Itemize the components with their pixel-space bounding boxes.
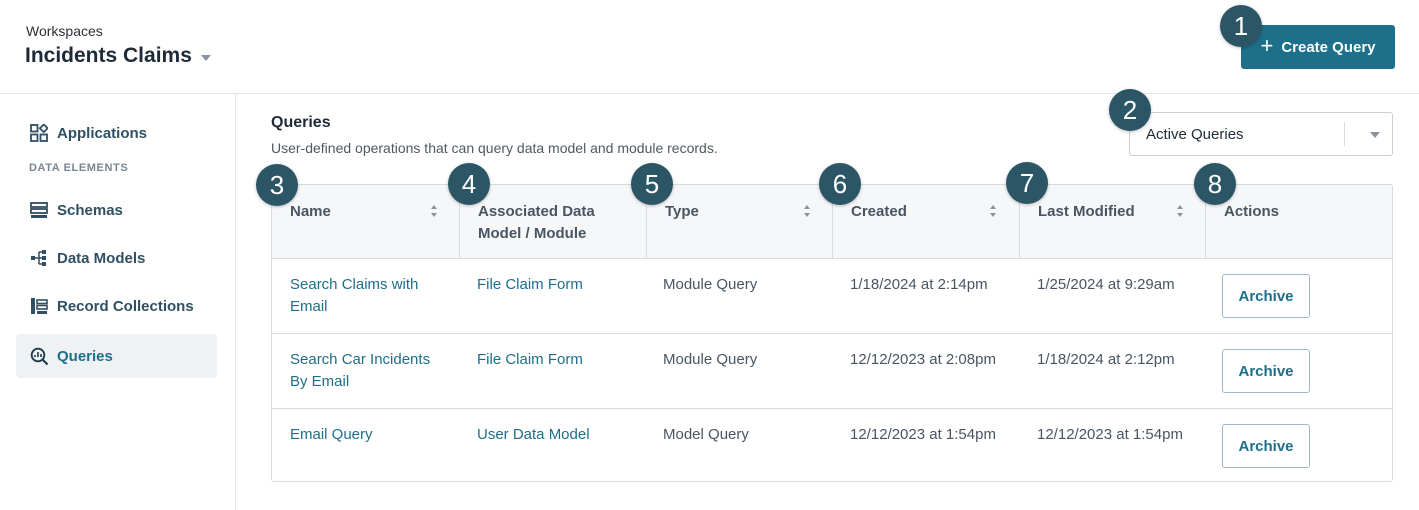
associated-link[interactable]: File Claim Form [477, 274, 583, 296]
sort-icon [990, 205, 996, 217]
associated-link[interactable]: File Claim Form [477, 349, 583, 371]
sidebar-item-applications[interactable]: Applications [16, 111, 217, 155]
column-label: Type [665, 203, 699, 220]
created-date: 12/12/2023 at 1:54pm [850, 426, 996, 443]
column-label: Created [851, 203, 907, 220]
sidebar-item-label: Record Collections [57, 297, 194, 315]
callout-badge-8: 8 [1194, 163, 1236, 205]
caret-down-icon [200, 54, 211, 61]
query-name-link[interactable]: Search Claims with Email [290, 274, 418, 318]
sidebar-item-data-models[interactable]: Data Models [16, 236, 217, 280]
column-header-associated: Associated Data Model / Module [460, 185, 647, 259]
sidebar-item-schemas[interactable]: Schemas [16, 188, 217, 232]
query-name-line2: Email [290, 298, 328, 315]
sort-icon [804, 205, 810, 217]
created-date: 12/12/2023 at 2:08pm [850, 351, 996, 368]
sidebar: Applications DATA ELEMENTS Schemas Data … [0, 94, 236, 510]
modified-date: 1/25/2024 at 9:29am [1037, 276, 1175, 293]
sidebar-item-record-collections[interactable]: Record Collections [16, 284, 217, 328]
query-type: Module Query [663, 351, 758, 368]
page-subtitle: User-defined operations that can query d… [271, 140, 718, 156]
query-name-line1: Search Claims with [290, 276, 419, 293]
workspace-name: Incidents Claims [25, 44, 192, 67]
query-name-line1: Email Query [290, 426, 373, 443]
sort-icon [1177, 205, 1183, 217]
query-name-link[interactable]: Email Query [290, 424, 373, 446]
table-row: Search Claims with Email File Claim Form… [272, 259, 1392, 334]
data-elements-heading: DATA ELEMENTS [29, 162, 129, 174]
callout-badge-1: 1 [1220, 5, 1262, 47]
query-name-line2: By Email [290, 373, 350, 390]
archive-button[interactable]: Archive [1222, 349, 1310, 393]
archive-button[interactable]: Archive [1222, 424, 1310, 468]
queries-table: Name Associated Data Model / Module Type… [271, 184, 1393, 482]
schemas-icon [29, 200, 49, 220]
column-header-type[interactable]: Type [647, 185, 833, 259]
sort-icon [431, 205, 437, 217]
column-header-last-modified[interactable]: Last Modified [1020, 185, 1206, 259]
query-type: Module Query [663, 276, 758, 293]
query-status-select[interactable]: Active Queries [1129, 112, 1393, 156]
create-query-label: Create Query [1281, 38, 1376, 56]
column-label-line2: Model / Module [478, 225, 587, 242]
callout-badge-7: 7 [1006, 162, 1048, 204]
plus-icon: + [1260, 33, 1274, 58]
sidebar-item-label: Schemas [57, 201, 123, 219]
table-row: Email Query User Data Model Model Query … [272, 409, 1392, 481]
queries-icon [29, 346, 49, 366]
table-row: Search Car Incidents By Email File Claim… [272, 334, 1392, 409]
sidebar-item-label: Queries [57, 347, 113, 365]
create-query-button[interactable]: + Create Query [1241, 25, 1395, 69]
callout-badge-4: 4 [448, 163, 490, 205]
column-label: Actions [1224, 203, 1280, 220]
associated-link[interactable]: User Data Model [477, 424, 590, 446]
sidebar-item-label: Applications [57, 124, 148, 142]
column-label-line1: Associated Data [478, 203, 595, 220]
query-name-line1: Search Car Incidents [290, 351, 431, 368]
column-label: Last Modified [1038, 203, 1135, 220]
page-title: Queries [271, 114, 331, 131]
select-divider [1344, 122, 1345, 146]
column-header-actions: Actions [1206, 185, 1392, 259]
workspaces-label: Workspaces [26, 23, 103, 39]
column-label: Name [290, 203, 331, 220]
sidebar-item-label: Data Models [57, 249, 146, 267]
top-bar: Workspaces Incidents Claims + Create Que… [0, 0, 1419, 94]
workspace-switcher[interactable]: Incidents Claims [25, 44, 211, 68]
applications-icon [29, 123, 49, 143]
data-models-icon [29, 248, 49, 268]
column-header-created[interactable]: Created [833, 185, 1020, 259]
callout-badge-2: 2 [1109, 89, 1151, 131]
created-date: 1/18/2024 at 2:14pm [850, 276, 988, 293]
select-value: Active Queries [1146, 125, 1244, 143]
sidebar-item-queries[interactable]: Queries [16, 334, 217, 378]
archive-button[interactable]: Archive [1222, 274, 1310, 318]
callout-badge-5: 5 [631, 163, 673, 205]
query-name-link[interactable]: Search Car Incidents By Email [290, 349, 430, 393]
modified-date: 1/18/2024 at 2:12pm [1037, 351, 1175, 368]
callout-badge-3: 3 [256, 164, 298, 206]
column-header-name[interactable]: Name [272, 185, 460, 259]
chevron-down-icon [1370, 132, 1380, 138]
callout-badge-6: 6 [819, 163, 861, 205]
modified-date: 12/12/2023 at 1:54pm [1037, 426, 1183, 443]
record-collections-icon [29, 296, 49, 316]
query-type: Model Query [663, 426, 749, 443]
